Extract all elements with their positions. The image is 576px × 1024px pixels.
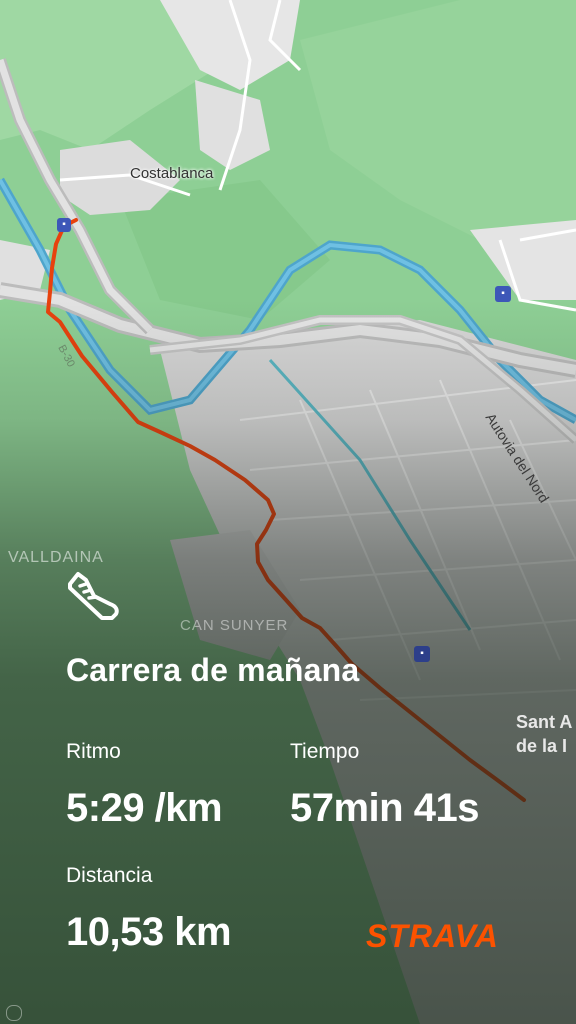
map-attribution-icon[interactable]	[6, 1005, 22, 1021]
map-label-sant-line1: Sant A	[516, 712, 573, 732]
train-station-icon: ▪	[414, 646, 430, 662]
map-label-costablanca: Costablanca	[130, 165, 214, 182]
strava-logo: STRAVA	[366, 918, 499, 954]
time-value: 57min 41s	[290, 786, 479, 830]
map-label-sant-line2: de la I	[516, 736, 568, 756]
pace-value: 5:29 /km	[66, 786, 223, 830]
train-station-icon: ▪	[495, 286, 511, 302]
running-shoe-icon	[68, 572, 119, 620]
activity-share-card: Costablanca VALLDAINA CAN SUNYER Autovia…	[0, 0, 576, 1024]
map-label-sant-andreu: Sant A de la I	[516, 710, 572, 758]
pace-label: Ritmo	[66, 740, 121, 763]
train-station-icon: ▪	[57, 218, 71, 232]
time-label: Tiempo	[290, 740, 360, 763]
activity-title: Carrera de mañana	[66, 652, 360, 688]
distance-label: Distancia	[66, 864, 153, 887]
map-label-valldaina: VALLDAINA	[8, 549, 104, 566]
distance-value: 10,53 km	[66, 910, 232, 954]
map-label-can-sunyer: CAN SUNYER	[180, 617, 289, 634]
